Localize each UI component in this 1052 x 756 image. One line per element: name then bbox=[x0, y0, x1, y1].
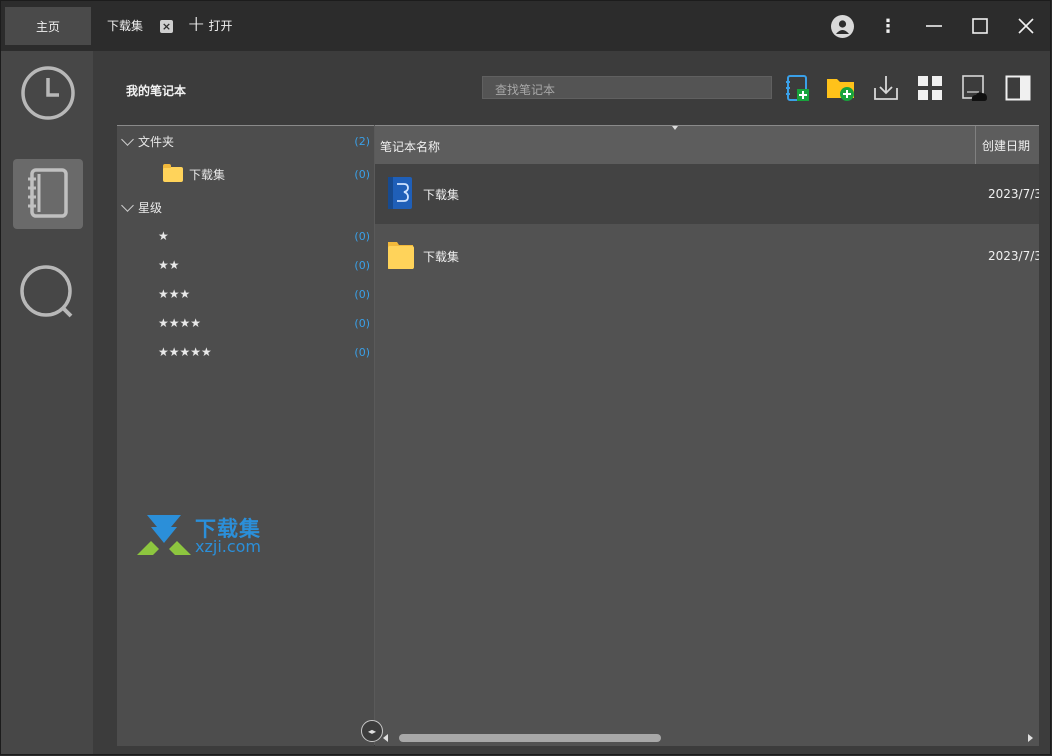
star-rating-count: (0) bbox=[354, 258, 370, 272]
column-header-name[interactable]: 笔记本名称 bbox=[380, 138, 440, 155]
star-rating-count: (0) bbox=[354, 316, 370, 330]
splitter-handle-icon[interactable]: ◂▸ bbox=[361, 720, 383, 742]
toggle-panel-button[interactable] bbox=[1004, 75, 1032, 103]
cloud-sync-button[interactable] bbox=[960, 74, 988, 105]
row-name: 下载集 bbox=[423, 187, 460, 202]
left-sidebar bbox=[1, 51, 93, 754]
tree-stars-group[interactable]: 星级 bbox=[117, 197, 374, 217]
folder-icon bbox=[163, 163, 183, 182]
tree-folders-count: (2) bbox=[354, 134, 370, 148]
notebook-icon bbox=[387, 176, 413, 213]
more-menu-icon[interactable]: ⋮ bbox=[875, 13, 901, 39]
open-label: 打开 bbox=[208, 18, 233, 33]
new-folder-button[interactable] bbox=[827, 75, 855, 103]
star-rating-label: ★★★★ bbox=[158, 316, 202, 330]
new-notebook-icon bbox=[783, 74, 811, 105]
tree-stars-label: 星级 bbox=[138, 200, 163, 215]
plus-icon: + bbox=[187, 12, 206, 37]
star-rating-count: (0) bbox=[354, 345, 370, 359]
maximize-icon[interactable] bbox=[967, 13, 993, 39]
column-header-date[interactable]: 创建日期 bbox=[975, 126, 1030, 164]
sort-indicator-icon bbox=[672, 126, 678, 130]
row-date: 2023/7/3 bbox=[988, 249, 1039, 263]
table-row[interactable]: 下载集 2023/7/3 bbox=[375, 226, 1039, 286]
close-window-icon[interactable] bbox=[1013, 13, 1039, 39]
scroll-right-icon[interactable] bbox=[1028, 734, 1033, 742]
star-rating-count: (0) bbox=[354, 287, 370, 301]
watermark-logo: 下载集 xzji.com bbox=[137, 513, 287, 559]
notebooks-button[interactable] bbox=[13, 159, 83, 229]
app-window: 主页 下载集 × + 打开 ⋮ 我的笔记本 查找笔记本 文件夹 (2) 下载集 … bbox=[0, 0, 1051, 755]
chevron-down-icon bbox=[121, 198, 134, 212]
tree-star-5[interactable]: ★★★★★ (0) bbox=[117, 342, 374, 362]
tree-folders-label: 文件夹 bbox=[138, 134, 175, 149]
account-button[interactable] bbox=[829, 13, 855, 39]
import-button[interactable] bbox=[872, 75, 900, 103]
scrollbar-thumb[interactable] bbox=[399, 734, 661, 742]
minimize-icon[interactable] bbox=[921, 13, 947, 39]
folder-icon bbox=[387, 239, 415, 274]
tree-star-1[interactable]: ★ (0) bbox=[117, 226, 374, 246]
watermark-arrow-icon bbox=[137, 515, 191, 555]
page-title: 我的笔记本 bbox=[126, 84, 187, 98]
notebook-list: 笔记本名称 创建日期 下载集 2023/7/3 下载集 2023/7/3 bbox=[375, 125, 1039, 746]
tree-item-download-collection[interactable]: 下载集 (0) bbox=[117, 163, 374, 184]
user-avatar-icon bbox=[830, 14, 854, 38]
row-date: 2023/7/3 bbox=[988, 187, 1039, 201]
scroll-left-icon[interactable] bbox=[383, 734, 388, 742]
table-row[interactable]: 下载集 2023/7/3 bbox=[375, 164, 1039, 224]
open-button[interactable]: + 打开 bbox=[187, 12, 233, 37]
title-bar: 主页 下载集 × + 打开 ⋮ bbox=[1, 1, 1050, 51]
tree-star-4[interactable]: ★★★★ (0) bbox=[117, 313, 374, 333]
search-icon bbox=[18, 263, 78, 326]
search-button[interactable] bbox=[13, 259, 83, 329]
star-rating-label: ★★★ bbox=[158, 287, 191, 301]
star-rating-count: (0) bbox=[354, 229, 370, 243]
list-header: 笔记本名称 创建日期 bbox=[375, 126, 1039, 164]
tree-item-count: (0) bbox=[354, 167, 370, 181]
tab-close-button[interactable]: × bbox=[160, 20, 173, 33]
tree-star-3[interactable]: ★★★ (0) bbox=[117, 284, 374, 304]
new-folder-icon bbox=[826, 74, 856, 105]
horizontal-scrollbar[interactable] bbox=[375, 731, 1039, 745]
notebook-icon bbox=[20, 165, 76, 224]
tree-folders-group[interactable]: 文件夹 (2) bbox=[117, 131, 374, 151]
new-notebook-button[interactable] bbox=[783, 74, 811, 105]
main-panel: 我的笔记本 查找笔记本 文件夹 (2) 下载集 (0) 星级 ★ (0) ★★ … bbox=[93, 51, 1050, 754]
search-input[interactable]: 查找笔记本 bbox=[482, 76, 772, 99]
star-rating-label: ★ bbox=[158, 229, 169, 243]
row-name: 下载集 bbox=[423, 249, 460, 264]
tab-home[interactable]: 主页 bbox=[5, 7, 91, 45]
grid-icon bbox=[917, 75, 943, 104]
download-icon bbox=[872, 74, 900, 105]
clock-icon bbox=[19, 64, 77, 125]
watermark-url: xzji.com bbox=[195, 537, 262, 556]
cloud-device-icon bbox=[960, 74, 988, 105]
tree-item-label: 下载集 bbox=[189, 167, 226, 182]
tree-star-2[interactable]: ★★ (0) bbox=[117, 255, 374, 275]
star-rating-label: ★★ bbox=[158, 258, 180, 272]
grid-view-button[interactable] bbox=[916, 75, 944, 103]
recent-button[interactable] bbox=[13, 59, 83, 129]
side-panel-icon bbox=[1005, 75, 1031, 104]
category-tree: 文件夹 (2) 下载集 (0) 星级 ★ (0) ★★ (0) ★★★ (0) … bbox=[117, 125, 374, 746]
tab-download-collection[interactable]: 下载集 bbox=[107, 17, 143, 34]
star-rating-label: ★★★★★ bbox=[158, 345, 212, 359]
chevron-down-icon bbox=[121, 132, 134, 146]
